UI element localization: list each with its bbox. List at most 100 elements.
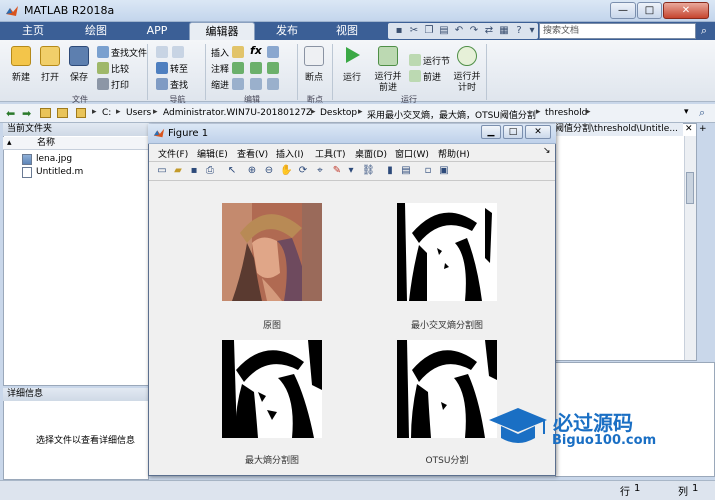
breadcrumb-item[interactable]: 采用最小交叉熵，最大熵，OTSU阈值分割 xyxy=(367,108,536,121)
chevron-down-icon[interactable]: ▾ xyxy=(684,107,689,117)
forward-arrow-icon[interactable] xyxy=(172,46,184,58)
file-item-untitled[interactable]: Untitled.m xyxy=(36,167,83,177)
increase-indent-icon[interactable] xyxy=(250,78,262,90)
editor-tab[interactable]: 阈值分割\threshold\Untitle... xyxy=(555,123,683,136)
brush-icon[interactable]: ✎ xyxy=(331,165,343,177)
compare-icon[interactable] xyxy=(97,62,109,74)
goto-icon[interactable] xyxy=(156,62,168,74)
maximize-button[interactable]: □ xyxy=(637,2,662,19)
menu-view[interactable]: 查看(V) xyxy=(237,147,268,160)
name-column-label[interactable]: 名称 xyxy=(37,137,55,150)
save-icon[interactable]: ▪ xyxy=(188,165,200,177)
zoom-in-icon[interactable]: ⊕ xyxy=(246,165,258,177)
breakpoint-icon[interactable] xyxy=(304,46,324,66)
pan-hand-icon[interactable]: ✋ xyxy=(280,165,292,177)
paste-icon[interactable]: ▤ xyxy=(438,25,450,37)
data-cursor-icon[interactable]: ⌖ xyxy=(314,165,326,177)
insert-colorbar-icon[interactable]: ▮ xyxy=(384,165,396,177)
back-arrow-icon[interactable] xyxy=(156,46,168,58)
breadcrumb-item[interactable]: Administrator.WIN7U-20180127Z xyxy=(163,108,312,118)
run-and-advance-icon[interactable] xyxy=(378,46,398,66)
decrease-indent-icon[interactable] xyxy=(267,78,279,90)
breadcrumb-item[interactable]: C: xyxy=(102,108,111,118)
menu-help[interactable]: 帮助(H) xyxy=(438,147,470,160)
tab-editor[interactable]: 编辑器 xyxy=(189,22,255,40)
breakpoints-button[interactable]: 断点 xyxy=(300,70,328,83)
indent-button[interactable]: 缩进 xyxy=(211,78,229,91)
dock-icon[interactable]: ↘ xyxy=(543,146,551,156)
printer-icon[interactable] xyxy=(97,78,109,90)
editor-scrollbar[interactable] xyxy=(684,136,696,360)
add-tab-icon[interactable]: + xyxy=(699,124,707,134)
find-button[interactable]: 查找 xyxy=(170,78,188,91)
close-button[interactable]: ✕ xyxy=(663,2,709,19)
breadcrumb-item[interactable]: Users xyxy=(126,108,151,118)
copy-icon[interactable]: ❐ xyxy=(423,25,435,37)
file-item-lena[interactable]: lena.jpg xyxy=(36,154,72,164)
menu-file[interactable]: 文件(F) xyxy=(158,147,188,160)
insert-menu-icon[interactable] xyxy=(267,46,279,58)
zoom-out-icon[interactable]: ⊖ xyxy=(263,165,275,177)
open-button[interactable]: 打开 xyxy=(37,70,63,83)
browse-folder-icon[interactable] xyxy=(57,108,68,118)
open-folder-icon[interactable] xyxy=(40,46,60,66)
menu-tools[interactable]: 工具(T) xyxy=(315,147,346,160)
back-arrow-icon[interactable]: ⬅ xyxy=(6,107,15,120)
search-input[interactable]: 搜索文档 xyxy=(539,23,696,39)
sort-icon[interactable]: ▴ xyxy=(7,137,12,150)
run-and-time-button-line2[interactable]: 计时 xyxy=(452,80,482,93)
save-icon[interactable]: ▪ xyxy=(393,25,405,37)
insert-button[interactable]: 插入 xyxy=(211,46,229,59)
editor-pane[interactable] xyxy=(555,123,697,361)
run-section-button[interactable]: 运行节 xyxy=(423,54,450,67)
print-button[interactable]: 打印 xyxy=(111,78,129,91)
run-and-time-icon[interactable] xyxy=(457,46,477,66)
close-icon[interactable]: ✕ xyxy=(685,124,693,134)
cut-icon[interactable]: ✂ xyxy=(408,25,420,37)
breadcrumb-item[interactable]: Desktop xyxy=(320,108,357,118)
advance-icon[interactable] xyxy=(409,70,421,82)
switch-window-icon[interactable]: ⇄ xyxy=(483,25,495,37)
insert-legend-icon[interactable]: ▤ xyxy=(400,165,412,177)
chevron-down-icon[interactable]: ▾ xyxy=(526,25,538,37)
insert-section-icon[interactable] xyxy=(232,46,244,58)
folder-column-header[interactable]: ▴ 名称 xyxy=(3,137,149,150)
link-plot-icon[interactable]: ⛓ xyxy=(362,165,375,177)
run-section-icon[interactable] xyxy=(409,54,421,66)
minimize-button[interactable]: — xyxy=(610,2,636,19)
run-and-advance-button-line2[interactable]: 前进 xyxy=(372,80,404,93)
find-icon[interactable] xyxy=(156,78,168,90)
redo-icon[interactable]: ↷ xyxy=(468,25,480,37)
new-figure-icon[interactable]: ▭ xyxy=(156,165,168,177)
breadcrumb-item[interactable]: threshold xyxy=(545,108,587,118)
menu-desktop[interactable]: 桌面(D) xyxy=(355,147,387,160)
open-file-icon[interactable]: ▰ xyxy=(172,165,184,177)
goto-button[interactable]: 转至 xyxy=(170,62,188,75)
tab-plots[interactable]: 绘图 xyxy=(66,22,126,40)
forward-arrow-icon[interactable]: ➡ xyxy=(22,107,31,120)
chevron-down-icon[interactable]: ▾ xyxy=(345,165,357,177)
smart-indent-icon[interactable] xyxy=(232,78,244,90)
hide-plot-tools-icon[interactable]: ▫ xyxy=(422,165,434,177)
menu-window[interactable]: 窗口(W) xyxy=(395,147,429,160)
help-icon[interactable]: ? xyxy=(513,25,525,37)
undo-icon[interactable]: ↶ xyxy=(453,25,465,37)
compare-button[interactable]: 比较 xyxy=(111,62,129,75)
menu-edit[interactable]: 编辑(E) xyxy=(197,147,228,160)
function-fx-icon[interactable]: fx xyxy=(250,44,262,57)
find-files-button[interactable]: 查找文件 xyxy=(111,46,147,59)
tab-publish[interactable]: 发布 xyxy=(258,22,316,40)
up-folder-icon[interactable] xyxy=(40,108,51,118)
scrollbar-thumb[interactable] xyxy=(686,172,694,204)
comment-percent-icon[interactable] xyxy=(232,62,244,74)
tab-view[interactable]: 视图 xyxy=(318,22,376,40)
save-button[interactable]: 保存 xyxy=(66,70,92,83)
uncomment-icon[interactable] xyxy=(250,62,262,74)
find-files-icon[interactable] xyxy=(97,46,109,58)
new-button[interactable]: 新建 xyxy=(8,70,34,83)
figure-maximize-button[interactable]: □ xyxy=(503,125,523,139)
show-plot-tools-icon[interactable]: ▣ xyxy=(438,165,450,177)
tab-apps[interactable]: APP xyxy=(128,22,186,40)
search-icon[interactable]: ⌕ xyxy=(697,24,711,38)
save-icon[interactable] xyxy=(69,46,89,66)
